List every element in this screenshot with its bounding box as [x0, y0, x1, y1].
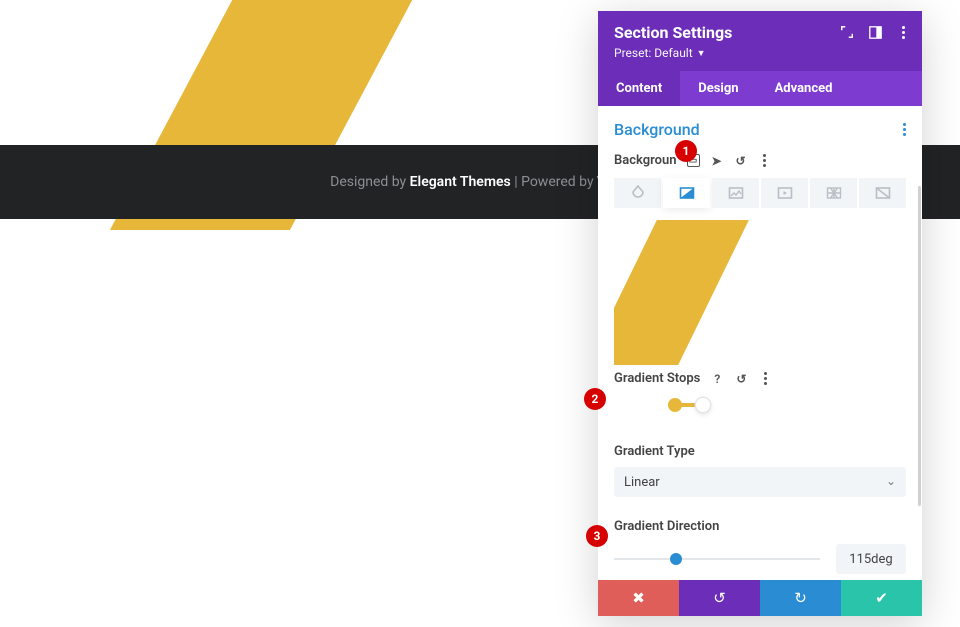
section-more-icon[interactable]: [903, 123, 906, 136]
preview-stripe: [614, 220, 752, 365]
bg-tab-gradient[interactable]: [663, 178, 710, 208]
gradient-direction-row: 115deg: [614, 544, 906, 574]
annotation-2: 2: [584, 388, 606, 410]
gradient-stop-1[interactable]: [668, 398, 682, 412]
bg-tab-color[interactable]: [614, 178, 661, 208]
slider-thumb[interactable]: [670, 553, 682, 565]
bg-tab-pattern[interactable]: [810, 178, 857, 208]
gradient-stop-2[interactable]: [696, 398, 710, 412]
gradient-direction-slider[interactable]: [614, 550, 820, 568]
stops-more-icon[interactable]: [758, 372, 772, 386]
cancel-button[interactable]: ✖: [598, 580, 679, 616]
redo-button[interactable]: ↻: [760, 580, 841, 616]
background-field-label: Backgroun: [614, 153, 677, 168]
slider-track: [614, 558, 820, 560]
help-icon[interactable]: ?: [710, 372, 724, 386]
more-icon[interactable]: [896, 25, 910, 39]
bg-tab-video[interactable]: [761, 178, 808, 208]
preset-selector[interactable]: Preset: Default ▼: [614, 46, 706, 60]
bg-tab-image[interactable]: [712, 178, 759, 208]
expand-icon[interactable]: [840, 25, 854, 39]
bg-tab-mask[interactable]: [859, 178, 906, 208]
background-type-tabs: [614, 178, 906, 208]
gradient-stops-track[interactable]: [614, 396, 906, 414]
gradient-direction-label: Gradient Direction: [614, 519, 906, 534]
tab-content[interactable]: Content: [598, 71, 680, 106]
panel-tabs: Content Design Advanced: [598, 71, 922, 106]
gradient-type-select-wrap: Linear ⌄: [614, 467, 906, 497]
background-heading[interactable]: Background: [614, 120, 700, 139]
gradient-stops-row: Gradient Stops ? ↺: [614, 371, 906, 386]
panel-header: Section Settings Preset: Default ▼: [598, 11, 922, 71]
confirm-button[interactable]: ✔: [841, 580, 922, 616]
reset-icon[interactable]: ↺: [734, 372, 748, 386]
preset-label: Preset: Default: [614, 46, 693, 60]
tab-advanced[interactable]: Advanced: [757, 71, 851, 106]
panel-action-bar: ✖ ↺ ↻ ✔: [598, 580, 922, 616]
gradient-preview: [614, 220, 906, 365]
gradient-type-label: Gradient Type: [614, 444, 906, 459]
caret-down-icon: ▼: [697, 48, 706, 59]
tab-design[interactable]: Design: [680, 71, 756, 106]
undo-button[interactable]: ↺: [679, 580, 760, 616]
settings-panel: Section Settings Preset: Default ▼ Conte…: [598, 11, 922, 616]
annotation-3: 3: [586, 525, 608, 547]
background-field-row: Backgroun ▭ ➤ ↺: [614, 153, 906, 168]
footer-text: Designed by Elegant Themes | Powered by …: [330, 174, 630, 190]
gradient-stops-label: Gradient Stops: [614, 371, 700, 386]
annotation-1: 1: [675, 140, 697, 162]
background-heading-row: Background: [614, 120, 906, 139]
panel-body: Background Backgroun ▭ ➤ ↺: [598, 106, 922, 580]
pointer-icon[interactable]: ➤: [710, 154, 724, 168]
dock-icon[interactable]: [868, 25, 882, 39]
reset-icon[interactable]: ↺: [734, 154, 748, 168]
gradient-type-select[interactable]: Linear: [614, 467, 906, 497]
field-more-icon[interactable]: [758, 154, 772, 168]
gradient-direction-value[interactable]: 115deg: [836, 544, 906, 574]
